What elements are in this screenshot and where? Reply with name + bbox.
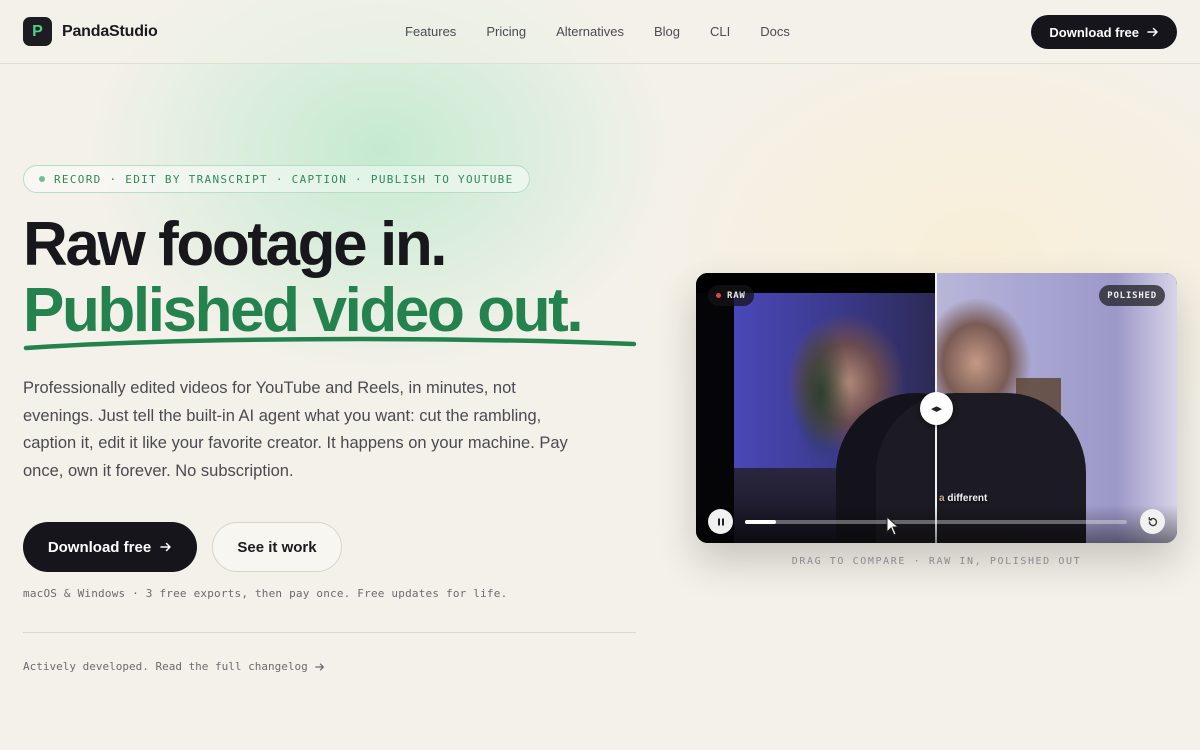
divider: [23, 632, 636, 633]
restart-icon[interactable]: [1140, 509, 1165, 534]
platform-note: macOS & Windows · 3 free exports, then p…: [23, 587, 508, 600]
nav-links: Features Pricing Alternatives Blog CLI D…: [405, 24, 820, 39]
pill-dot: [39, 176, 45, 182]
changelog-link[interactable]: Actively developed. Read the full change…: [23, 660, 325, 673]
compare-caption: DRAG TO COMPARE · RAW IN, POLISHED OUT: [791, 556, 1082, 567]
download-label: Download free: [47, 538, 152, 556]
progress-bar[interactable]: [745, 520, 1127, 524]
nav-download-label: Download free: [1049, 24, 1139, 40]
pill-text: RECORD · EDIT BY TRANSCRIPT · CAPTION · …: [54, 172, 514, 186]
nav-link-features[interactable]: Features: [405, 24, 456, 39]
hero-description: Professionally edited videos for YouTube…: [23, 379, 568, 480]
arrow-right-icon: [160, 542, 171, 552]
raw-badge: RAW: [708, 285, 754, 306]
brand-name: PandaStudio: [62, 22, 158, 40]
arrow-right-icon: [1147, 27, 1158, 37]
download-button[interactable]: Download free: [23, 522, 197, 572]
feature-pill: RECORD · EDIT BY TRANSCRIPT · CAPTION · …: [23, 165, 530, 193]
top-nav: P PandaStudio Features Pricing Alternati…: [0, 0, 1200, 64]
restart-glyph: [1148, 516, 1157, 526]
caption-prefix: a: [939, 493, 945, 504]
nav-link-docs[interactable]: Docs: [760, 24, 790, 39]
pause-icon[interactable]: [708, 509, 733, 534]
record-dot-icon: [716, 293, 721, 298]
nav-download-button[interactable]: Download free: [1031, 15, 1177, 49]
nav-link-alternatives[interactable]: Alternatives: [556, 24, 624, 39]
video-caption: a different: [936, 492, 990, 505]
video-compare-player[interactable]: ◂▸ RAW POLISHED a different: [696, 273, 1177, 543]
video-controls: [696, 505, 1177, 543]
arrow-right-icon: [314, 662, 324, 671]
see-it-work-button[interactable]: See it work: [212, 522, 342, 572]
hero-headline: Raw footage in. Published video out.: [23, 210, 663, 351]
pause-glyph: [717, 518, 724, 525]
nav-link-pricing[interactable]: Pricing: [486, 24, 526, 39]
logo-mark: P: [23, 17, 52, 46]
headline-underline: [23, 336, 637, 351]
nav-link-cli[interactable]: CLI: [710, 24, 730, 39]
raw-badge-label: RAW: [727, 290, 746, 301]
logo[interactable]: P PandaStudio: [23, 17, 158, 46]
mouse-cursor-icon: [886, 516, 900, 536]
headline-line-1: Raw footage in.: [23, 210, 448, 279]
nav-link-blog[interactable]: Blog: [654, 24, 680, 39]
changelog-label: Actively developed. Read the full change…: [23, 660, 308, 673]
polished-badge-label: POLISHED: [1107, 290, 1157, 301]
caption-word: different: [947, 493, 988, 504]
progress-fill: [745, 520, 776, 524]
drag-handle-icon[interactable]: ◂▸: [920, 392, 953, 425]
polished-badge: POLISHED: [1099, 285, 1165, 306]
